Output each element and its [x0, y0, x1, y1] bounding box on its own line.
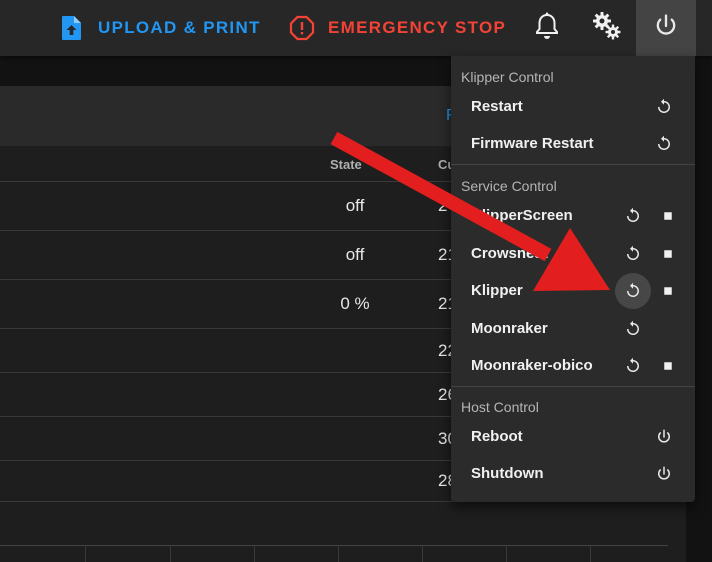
- menu-item-label: Shutdown: [471, 465, 544, 482]
- menu-item-label: Moonraker: [471, 320, 548, 337]
- menu-item-label: KlipperScreen: [471, 207, 573, 224]
- cell-state: off: [345, 245, 365, 264]
- cog-icon: [592, 11, 622, 46]
- menu-item-label: Klipper: [471, 282, 523, 299]
- cell-state: off: [345, 196, 365, 215]
- chart-grid-tick: [422, 545, 423, 562]
- menu-item-label: Crowsnest: [471, 245, 548, 262]
- power-menu-button[interactable]: [636, 0, 696, 56]
- chart-grid-tick: [338, 545, 339, 562]
- stop-icon[interactable]: [650, 273, 686, 309]
- chart-grid-line: [0, 545, 668, 546]
- menu-item-klipperscreen[interactable]: KlipperScreen: [451, 198, 695, 234]
- menu-item-crowsnest[interactable]: Crowsnest: [451, 236, 695, 272]
- stop-icon[interactable]: [650, 236, 686, 272]
- emergency-stop-button[interactable]: EMERGENCY STOP: [289, 0, 506, 56]
- alert-octagon-icon: [289, 15, 315, 41]
- menu-item-label: Restart: [471, 98, 523, 115]
- menu-item-reboot[interactable]: Reboot: [451, 419, 695, 455]
- cell-state: 0 %: [340, 294, 370, 313]
- emergency-stop-label: EMERGENCY STOP: [328, 18, 507, 37]
- menu-item-label: Reboot: [471, 428, 523, 445]
- menu-item-firmware-restart[interactable]: Firmware Restart: [451, 126, 695, 162]
- column-header-state[interactable]: State: [330, 157, 362, 172]
- chart-grid-tick: [506, 545, 507, 562]
- cell-current: 2: [438, 196, 448, 215]
- file-upload-icon: [60, 15, 84, 41]
- menu-item-klipper[interactable]: Klipper: [451, 273, 695, 309]
- app-bar: UPLOAD & PRINT EMERGENCY STOP: [0, 0, 712, 56]
- menu-item-label: Moonraker-obico: [471, 357, 593, 374]
- chart-grid-tick: [254, 545, 255, 562]
- menu-item-restart[interactable]: Restart: [451, 89, 695, 125]
- menu-subheader-host-control: Host Control: [461, 399, 539, 415]
- restart-icon[interactable]: [646, 89, 682, 125]
- stop-icon[interactable]: [650, 198, 686, 234]
- power-icon: [652, 12, 680, 45]
- menu-divider: [451, 386, 695, 387]
- restart-icon[interactable]: [615, 236, 651, 272]
- chart-grid-tick: [590, 545, 591, 562]
- notifications-button[interactable]: [530, 0, 564, 56]
- upload-print-button[interactable]: UPLOAD & PRINT: [60, 0, 261, 56]
- menu-item-label: Firmware Restart: [471, 135, 594, 152]
- menu-item-shutdown[interactable]: Shutdown: [451, 456, 695, 492]
- settings-button[interactable]: [588, 0, 626, 56]
- restart-icon[interactable]: [615, 273, 651, 309]
- power-icon[interactable]: [646, 419, 682, 455]
- stop-icon[interactable]: [650, 348, 686, 384]
- menu-item-moonraker[interactable]: Moonraker: [451, 311, 695, 347]
- menu-subheader-klipper-control: Klipper Control: [461, 69, 554, 85]
- menu-subheader-service-control: Service Control: [461, 178, 557, 194]
- power-menu: Klipper Control Restart Firmware Restart…: [451, 56, 695, 502]
- restart-icon[interactable]: [615, 348, 651, 384]
- menu-divider: [451, 164, 695, 165]
- upload-print-label: UPLOAD & PRINT: [98, 18, 261, 37]
- chart-grid-tick: [170, 545, 171, 562]
- restart-icon[interactable]: [615, 198, 651, 234]
- restart-icon[interactable]: [646, 126, 682, 162]
- power-icon[interactable]: [646, 456, 682, 492]
- restart-icon[interactable]: [615, 311, 651, 347]
- menu-item-moonraker-obico[interactable]: Moonraker-obico: [451, 348, 695, 384]
- chart-grid-tick: [85, 545, 86, 562]
- bell-icon: [534, 12, 560, 45]
